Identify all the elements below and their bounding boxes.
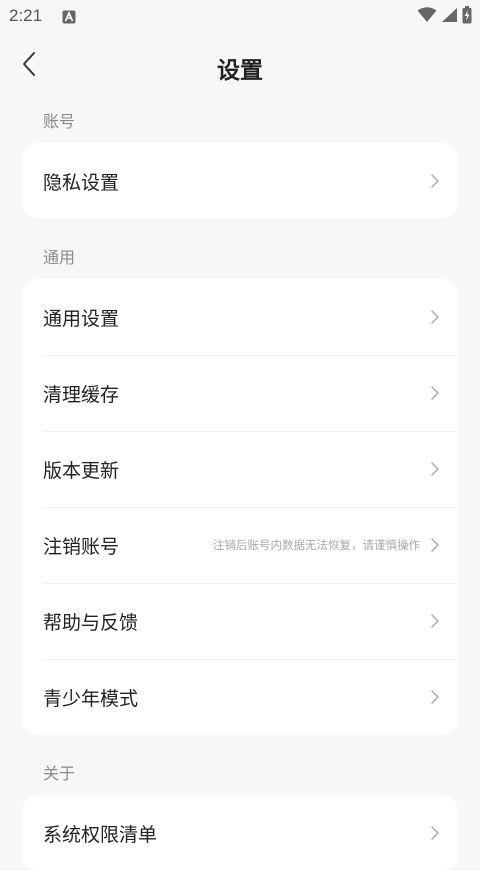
- list-item-label: 帮助与反馈: [43, 611, 139, 634]
- list-item-label: 版本更新: [43, 459, 120, 482]
- section-label-about: 关于: [43, 764, 76, 783]
- chevron-right-icon: [430, 173, 440, 189]
- list-item-label: 系统权限清单: [43, 823, 158, 846]
- a-icon: [62, 9, 76, 28]
- battery-charging-icon: [462, 6, 472, 28]
- list-item-label: 清理缓存: [43, 383, 120, 406]
- list-item-label: 注销账号: [43, 535, 120, 558]
- section-label-general: 通用: [43, 248, 76, 267]
- list-item-general-settings[interactable]: 通用设置: [22, 279, 458, 355]
- list-item-clear-cache[interactable]: 清理缓存: [22, 355, 458, 431]
- chevron-right-icon: [430, 385, 440, 401]
- list-item-help-feedback[interactable]: 帮助与反馈: [22, 583, 458, 659]
- list-item-privacy-settings[interactable]: 隐私设置: [22, 143, 458, 219]
- list-item-label: 隐私设置: [43, 171, 120, 194]
- signal-icon: [441, 7, 458, 27]
- card-general: 通用设置 清理缓存 版本更新 注销账号 注销后账号内数据无法恢复，请谨慎操作 帮…: [22, 279, 458, 735]
- chevron-right-icon: [430, 689, 440, 705]
- chevron-right-icon: [430, 537, 440, 553]
- chevron-right-icon: [430, 461, 440, 477]
- chevron-right-icon: [430, 309, 440, 325]
- chevron-right-icon: [430, 613, 440, 629]
- list-item-system-permissions[interactable]: 系统权限清单: [22, 795, 458, 871]
- page-title: 设置: [217, 58, 263, 84]
- chevron-right-icon: [430, 825, 440, 841]
- status-icons: [417, 6, 472, 28]
- status-bar: 2:21: [0, 0, 480, 34]
- nav-bar: 设置: [0, 40, 480, 92]
- list-item-version-update[interactable]: 版本更新: [22, 431, 458, 507]
- delete-account-hint: 注销后账号内数据无法恢复，请谨慎操作: [213, 538, 420, 552]
- card-about: 系统权限清单: [22, 795, 458, 871]
- list-item-teen-mode[interactable]: 青少年模式: [22, 659, 458, 735]
- wifi-icon: [417, 7, 437, 27]
- list-item-label: 通用设置: [43, 307, 120, 330]
- section-label-account: 账号: [43, 112, 76, 131]
- list-item-delete-account[interactable]: 注销账号 注销后账号内数据无法恢复，请谨慎操作: [22, 507, 458, 583]
- list-item-label: 青少年模式: [43, 687, 139, 710]
- status-time: 2:21: [9, 6, 43, 25]
- card-account: 隐私设置: [22, 143, 458, 219]
